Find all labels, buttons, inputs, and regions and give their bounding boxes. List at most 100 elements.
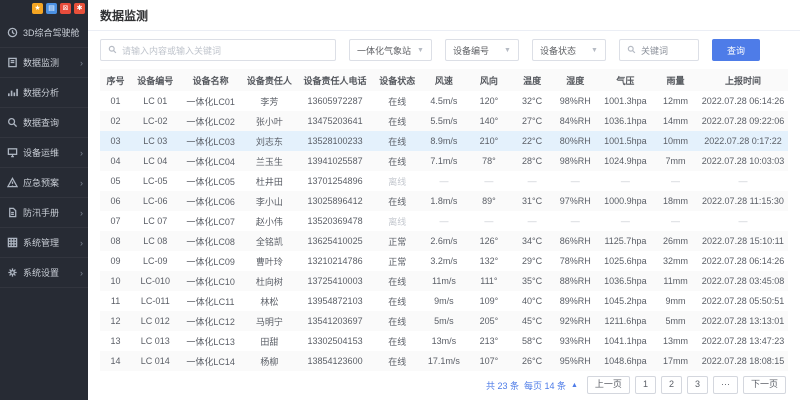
table-cell: 8.9m/s xyxy=(421,131,466,151)
table-row[interactable]: 06LC-06一体化LC06李小山13025896412在线1.8m/s89°3… xyxy=(100,191,788,211)
table-cell: 31°C xyxy=(511,191,552,211)
table-cell: 5mm xyxy=(653,311,698,331)
station-type-value: 一体化气象站 xyxy=(357,44,411,57)
station-type-select[interactable]: 一体化气象站 ▼ xyxy=(349,39,432,61)
table-cell: 13025896412 xyxy=(297,191,373,211)
file-shortcut-icon[interactable]: ▤ xyxy=(46,3,57,14)
table-row[interactable]: 07LC 07一体化LC07赵小伟13520369478离线——————— xyxy=(100,211,788,231)
table-cell: 兰玉生 xyxy=(242,151,297,171)
sidebar-item-system-settings[interactable]: 系统设置 › xyxy=(0,258,88,288)
table-cell: 一体化LC12 xyxy=(180,311,242,331)
sidebar-item-label: 系统管理 xyxy=(23,236,59,249)
table-cell: 正常 xyxy=(373,251,421,271)
table-cell: 1001.5hpa xyxy=(598,131,653,151)
table-cell: 132° xyxy=(466,251,511,271)
table-cell: 一体化LC03 xyxy=(180,131,242,151)
star-shortcut-icon[interactable]: ★ xyxy=(32,3,43,14)
table-row[interactable]: 01LC 01一体化LC01李芳13605972287在线4.5m/s120°3… xyxy=(100,91,788,111)
table-row[interactable]: 03LC 03一体化LC03刘志东13528100233在线8.9m/s210°… xyxy=(100,131,788,151)
table-cell: 84%RH xyxy=(553,111,598,131)
sidebar-item-data-monitor[interactable]: 数据监测 › xyxy=(0,48,88,78)
table-cell: 一体化LC05 xyxy=(180,171,242,191)
prev-page-button[interactable]: 上一页 xyxy=(587,376,630,394)
column-header: 设备状态 xyxy=(373,69,421,91)
table-cell: LC 012 xyxy=(131,311,179,331)
table-cell: 92%RH xyxy=(553,311,598,331)
next-page-button[interactable]: 下一页 xyxy=(743,376,786,394)
warning-icon xyxy=(7,177,18,188)
table-cell: 86%RH xyxy=(553,231,598,251)
page-number-button[interactable]: 3 xyxy=(687,376,708,394)
table-cell: 在线 xyxy=(373,131,421,151)
table-row[interactable]: 13LC 013一体化LC13田甜13302504153在线13m/s213°5… xyxy=(100,331,788,351)
table-cell: — xyxy=(698,211,788,231)
sidebar-item-emergency-plan[interactable]: 应急预案 › xyxy=(0,168,88,198)
lock-shortcut-icon[interactable]: ⊠ xyxy=(60,3,71,14)
table-row[interactable]: 04LC 04一体化LC04兰玉生13941025587在线7.1m/s78°2… xyxy=(100,151,788,171)
table-cell: 2022.07.28 10:03:03 xyxy=(698,151,788,171)
table-cell: 98%RH xyxy=(553,151,598,171)
table-cell: 曹叶玲 xyxy=(242,251,297,271)
column-header: 设备责任人电话 xyxy=(297,69,373,91)
page-number-button[interactable]: 2 xyxy=(661,376,682,394)
table-cell: 13520369478 xyxy=(297,211,373,231)
search-input[interactable]: 请输入内容或输入关键词 xyxy=(100,39,336,61)
sidebar-item-data-analysis[interactable]: 数据分析 xyxy=(0,78,88,108)
sidebar-item-system-admin[interactable]: 系统管理 › xyxy=(0,228,88,258)
caret-up-icon[interactable]: ▲ xyxy=(571,382,578,389)
table-cell: 12mm xyxy=(653,91,698,111)
table-cell: 45°C xyxy=(511,311,552,331)
column-header: 雨量 xyxy=(653,69,698,91)
table-cell: 在线 xyxy=(373,291,421,311)
search-icon xyxy=(627,41,636,59)
sidebar-item-flood-manual[interactable]: 防汛手册 › xyxy=(0,198,88,228)
table-row[interactable]: 02LC-02一体化LC02张小叶13475203641在线5.5m/s140°… xyxy=(100,111,788,131)
device-status-select[interactable]: 设备状态 ▼ xyxy=(532,39,606,61)
table-cell: 13701254896 xyxy=(297,171,373,191)
chevron-right-icon: › xyxy=(80,148,83,158)
table-row[interactable]: 09LC-09一体化LC09曹叶玲13210214786正常3.2m/s132°… xyxy=(100,251,788,271)
gear-shortcut-icon[interactable]: ✱ xyxy=(74,3,85,14)
search-button[interactable]: 查询 xyxy=(712,39,760,61)
table-cell: 28°C xyxy=(511,151,552,171)
table-row[interactable]: 08LC 08一体化LC08全铭凯13625410025正常2.6m/s126°… xyxy=(100,231,788,251)
table-cell: 78° xyxy=(466,151,511,171)
page-number-button[interactable]: 1 xyxy=(635,376,656,394)
gear-icon xyxy=(7,267,18,278)
sidebar-item-data-query[interactable]: 数据查询 xyxy=(0,108,88,138)
table-cell: — xyxy=(466,171,511,191)
table-row[interactable]: 14LC 014一体化LC14杨柳13854123600在线17.1m/s107… xyxy=(100,351,788,371)
total-count: 共 23 条 xyxy=(486,379,519,392)
search-placeholder: 请输入内容或输入关键词 xyxy=(122,44,221,57)
table-cell: 14 xyxy=(100,351,131,371)
table-cell: 杜向树 xyxy=(242,271,297,291)
table-cell: 17.1m/s xyxy=(421,351,466,371)
table-row[interactable]: 11LC-011一体化LC11林松13954872103在线9m/s109°40… xyxy=(100,291,788,311)
sidebar-item-device-ops[interactable]: 设备运维 › xyxy=(0,138,88,168)
device-status-value: 设备状态 xyxy=(540,44,576,57)
table-row[interactable]: 05LC-05一体化LC05杜井田13701254896离线——————— xyxy=(100,171,788,191)
table-cell: 26mm xyxy=(653,231,698,251)
chevron-right-icon: › xyxy=(80,268,83,278)
table-cell: 05 xyxy=(100,171,131,191)
table-body: 01LC 01一体化LC01李芳13605972287在线4.5m/s120°3… xyxy=(100,91,788,371)
table-cell: 93%RH xyxy=(553,331,598,351)
table-cell: 1041.1hpa xyxy=(598,331,653,351)
table-cell: LC-02 xyxy=(131,111,179,131)
table-row[interactable]: 10LC-010一体化LC10杜向树13725410003在线11m/s111°… xyxy=(100,271,788,291)
table-cell: 78%RH xyxy=(553,251,598,271)
table-cell: 13954872103 xyxy=(297,291,373,311)
table-cell: LC 01 xyxy=(131,91,179,111)
table-row[interactable]: 12LC 012一体化LC12马明宁13541203697在线5m/s205°4… xyxy=(100,311,788,331)
sidebar-item-3d-cockpit[interactable]: 3D综合驾驶舱 xyxy=(0,18,88,48)
table-cell: 88%RH xyxy=(553,271,598,291)
chevron-down-icon: ▼ xyxy=(591,47,598,54)
table-cell: LC 014 xyxy=(131,351,179,371)
table-cell: 13210214786 xyxy=(297,251,373,271)
device-number-select[interactable]: 设备编号 ▼ xyxy=(445,39,519,61)
page-ellipsis[interactable]: ··· xyxy=(713,376,738,394)
table-cell: 杜井田 xyxy=(242,171,297,191)
keyword-input[interactable]: 关键词 xyxy=(619,39,699,61)
table-cell: 2022.07.28 18:08:15 xyxy=(698,351,788,371)
table-cell: 2022.07.28 06:14:26 xyxy=(698,91,788,111)
